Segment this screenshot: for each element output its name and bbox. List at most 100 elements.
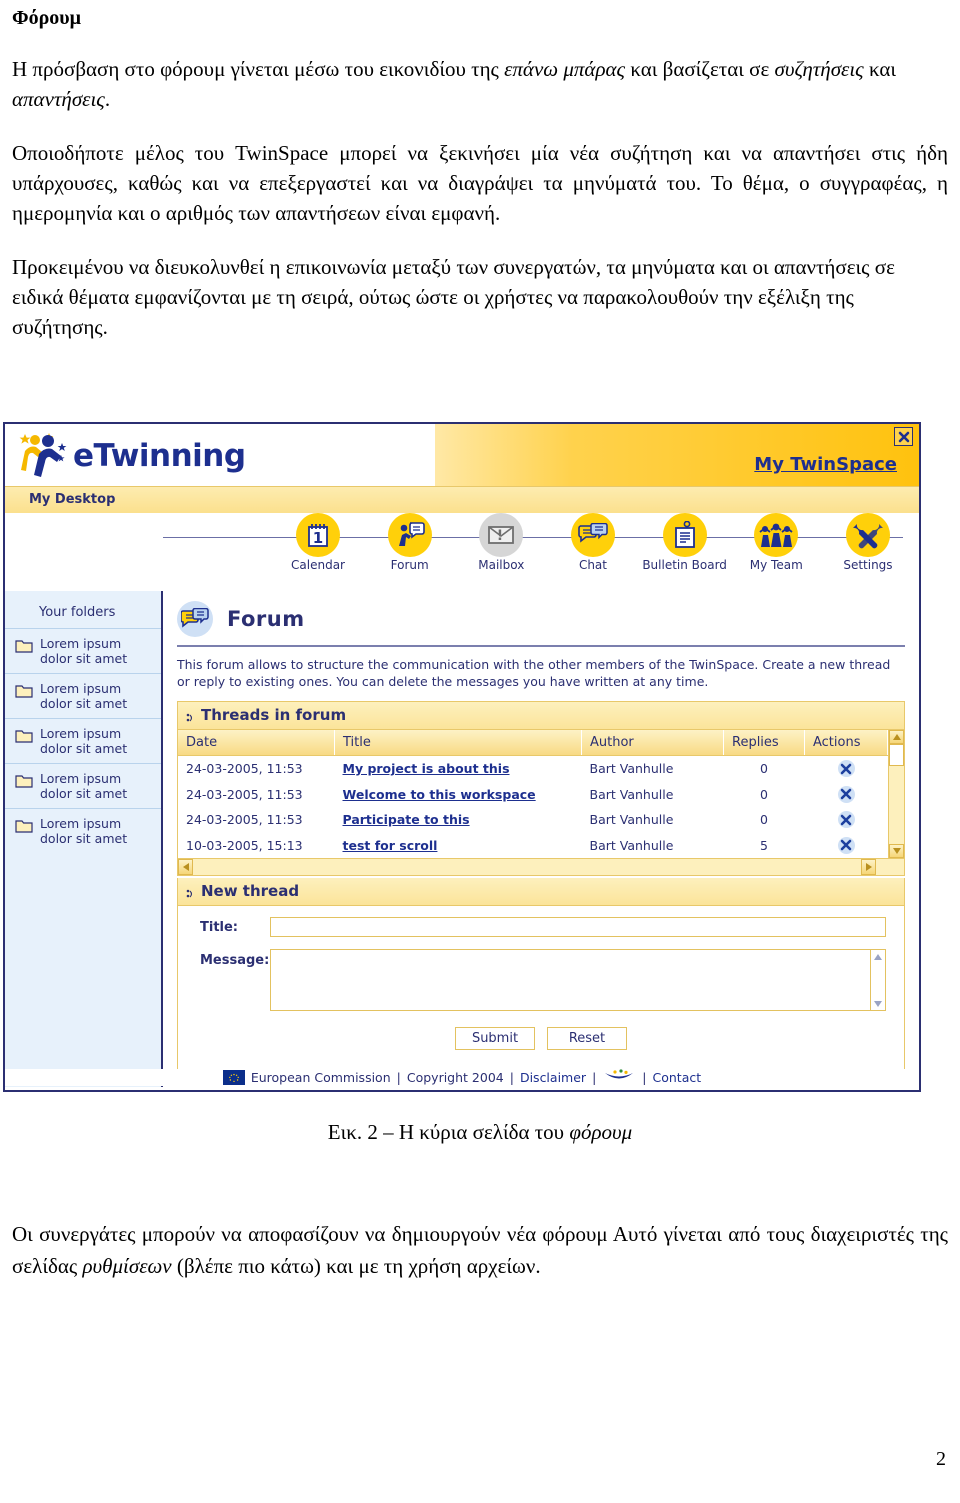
column-header-title[interactable]: Title bbox=[334, 730, 582, 756]
column-header-date[interactable]: Date bbox=[178, 730, 335, 756]
scroll-up-button[interactable] bbox=[889, 730, 904, 744]
etwinning-logo-icon bbox=[17, 431, 71, 481]
my-twinspace-link[interactable]: My TwinSpace bbox=[754, 454, 897, 475]
settings-icon[interactable] bbox=[845, 513, 890, 557]
etwinning-logo: eTwinning bbox=[17, 428, 246, 484]
textarea-scrollbar[interactable] bbox=[870, 950, 885, 1010]
submit-button[interactable]: Submit bbox=[455, 1027, 535, 1050]
sidebar-folder-item[interactable]: Lorem ipsum dolor sit amet bbox=[5, 718, 161, 763]
folder-icon bbox=[15, 683, 33, 698]
thread-title-link[interactable]: Participate to this bbox=[343, 812, 470, 827]
sidebar-folder-item[interactable]: Lorem ipsum dolor sit amet bbox=[5, 763, 161, 808]
thread-message-textarea[interactable] bbox=[270, 949, 886, 1011]
delete-thread-icon[interactable] bbox=[837, 760, 855, 777]
horizontal-scroll-track[interactable] bbox=[193, 859, 861, 875]
thread-replies-count: 0 bbox=[723, 781, 805, 807]
column-header-author[interactable]: Author bbox=[581, 730, 724, 756]
table-row: 24-03-2005, 11:53 My project is about thi… bbox=[178, 755, 888, 782]
brand-bar: eTwinning My TwinSpace bbox=[5, 424, 919, 486]
nav-item-label: Chat bbox=[578, 558, 607, 572]
title-label: Title: bbox=[200, 920, 239, 935]
nav-item-forum[interactable]: Forum bbox=[367, 513, 453, 572]
nav-item-settings[interactable]: Settings bbox=[825, 513, 911, 572]
nav-item-my-team[interactable]: My Team bbox=[733, 513, 819, 572]
sidebar: Your folders Lorem ipsum dolor sit amet Lo… bbox=[5, 591, 163, 1087]
column-header-actions[interactable]: Actions bbox=[804, 730, 888, 756]
folder-label-line2: dolor sit amet bbox=[40, 741, 128, 756]
thread-title-link[interactable]: test for scroll bbox=[343, 838, 438, 853]
emphasis-text: επάνω μπάρας bbox=[504, 57, 626, 81]
scroll-right-button[interactable] bbox=[861, 859, 876, 875]
textarea-scroll-up-button[interactable] bbox=[871, 950, 885, 963]
nav-item-label: My Team bbox=[749, 558, 803, 572]
plain-text: και bbox=[863, 57, 897, 81]
thread-date: 10-03-2005, 15:13 bbox=[178, 832, 335, 858]
main-nav: 1 Calendar Forum ! Mailbox Chat Bulletin Board… bbox=[5, 513, 919, 591]
message-form-row: Message: bbox=[178, 949, 904, 1011]
bottom-paragraph: Οι συνεργάτες μπορούν να αποφασίζουν να … bbox=[12, 1218, 948, 1282]
threads-horizontal-scrollbar[interactable] bbox=[178, 858, 904, 875]
thread-title-cell: Welcome to this workspace bbox=[334, 781, 582, 807]
scroll-left-button[interactable] bbox=[178, 859, 193, 875]
sidebar-folder-item[interactable]: Lorem ipsum dolor sit amet bbox=[5, 808, 161, 853]
column-header-replies[interactable]: Replies bbox=[723, 730, 805, 756]
footer-separator: | bbox=[509, 1070, 514, 1085]
nav-item-label: Settings bbox=[843, 558, 893, 572]
folder-label-line1: Lorem ipsum bbox=[40, 681, 122, 696]
reset-button[interactable]: Reset bbox=[547, 1027, 627, 1050]
panel-bullet-icon bbox=[186, 709, 194, 722]
footer-disclaimer-link[interactable]: Disclaimer bbox=[520, 1070, 586, 1085]
textarea-scroll-down-button[interactable] bbox=[871, 997, 885, 1010]
footer-separator: | bbox=[592, 1070, 597, 1085]
paragraph-1: Η πρόσβαση στο φόρουμ γίνεται μέσω του ε… bbox=[12, 54, 948, 114]
thread-author: Bart Vanhulle bbox=[581, 832, 724, 858]
threads-vertical-scrollbar[interactable] bbox=[888, 730, 904, 858]
close-icon[interactable] bbox=[894, 427, 913, 446]
delete-thread-icon[interactable] bbox=[837, 811, 855, 828]
delete-thread-icon[interactable] bbox=[837, 836, 855, 854]
scroll-thumb[interactable] bbox=[889, 744, 904, 766]
folder-label-line1: Lorem ipsum bbox=[40, 726, 122, 741]
thread-title-link[interactable]: My project is about this bbox=[343, 761, 510, 776]
threads-table-wrap: Date Title Author Replies Actions 24-03-2005… bbox=[178, 730, 904, 858]
folder-label-line1: Lorem ipsum bbox=[40, 816, 122, 831]
nav-item-bulletin-board[interactable]: Bulletin Board bbox=[642, 513, 728, 572]
scroll-down-button[interactable] bbox=[889, 844, 904, 858]
svg-text:!: ! bbox=[497, 528, 503, 544]
thread-replies-count: 0 bbox=[723, 807, 805, 833]
delete-thread-icon[interactable] bbox=[837, 785, 855, 803]
table-header-row: Date Title Author Replies Actions bbox=[178, 730, 888, 756]
plain-text: . bbox=[104, 87, 111, 111]
mailbox-icon[interactable]: ! bbox=[479, 513, 524, 557]
bulletin-board-icon[interactable] bbox=[662, 513, 707, 557]
footer-copyright-label: Copyright 2004 bbox=[406, 1070, 504, 1085]
nav-item-label: Bulletin Board bbox=[642, 558, 727, 572]
folder-label-line2: dolor sit amet bbox=[40, 651, 128, 666]
thread-title-input[interactable] bbox=[270, 917, 886, 937]
sidebar-folder-item[interactable]: Lorem ipsum dolor sit amet bbox=[5, 673, 161, 718]
threads-panel-title: Threads in forum bbox=[201, 706, 347, 724]
my-desktop-label[interactable]: My Desktop bbox=[29, 492, 115, 507]
table-row: 10-03-2005, 15:13 test for scroll Bart Van… bbox=[178, 832, 888, 858]
nav-item-chat[interactable]: Chat bbox=[550, 513, 636, 572]
thread-title-link[interactable]: Welcome to this workspace bbox=[343, 787, 536, 802]
nav-item-mailbox[interactable]: ! Mailbox bbox=[458, 513, 544, 572]
nav-items: 1 Calendar Forum ! Mailbox Chat Bulletin Board… bbox=[275, 513, 911, 572]
chat-icon[interactable] bbox=[570, 513, 615, 557]
my-team-icon[interactable] bbox=[754, 513, 799, 557]
threads-panel: Threads in forum Date Title Author Replies A… bbox=[177, 701, 905, 876]
forum-icon[interactable] bbox=[387, 513, 432, 557]
nav-item-calendar[interactable]: 1 Calendar bbox=[275, 513, 361, 572]
footer-contact-link[interactable]: Contact bbox=[653, 1070, 702, 1085]
nav-item-label: Forum bbox=[390, 558, 429, 572]
thread-replies-count: 0 bbox=[723, 755, 805, 782]
folder-label-line2: dolor sit amet bbox=[40, 696, 128, 711]
sidebar-folder-item[interactable]: Lorem ipsum dolor sit amet bbox=[5, 628, 161, 673]
page-title: Φόρουμ bbox=[12, 7, 82, 29]
svg-text:1: 1 bbox=[313, 529, 323, 547]
screenshot-body: Your folders Lorem ipsum dolor sit amet Lo… bbox=[5, 591, 919, 1087]
etwinning-logo-text: eTwinning bbox=[73, 438, 246, 474]
calendar-icon[interactable]: 1 bbox=[296, 513, 340, 557]
thread-actions-cell bbox=[804, 832, 888, 858]
form-buttons: Submit Reset bbox=[178, 1023, 904, 1064]
